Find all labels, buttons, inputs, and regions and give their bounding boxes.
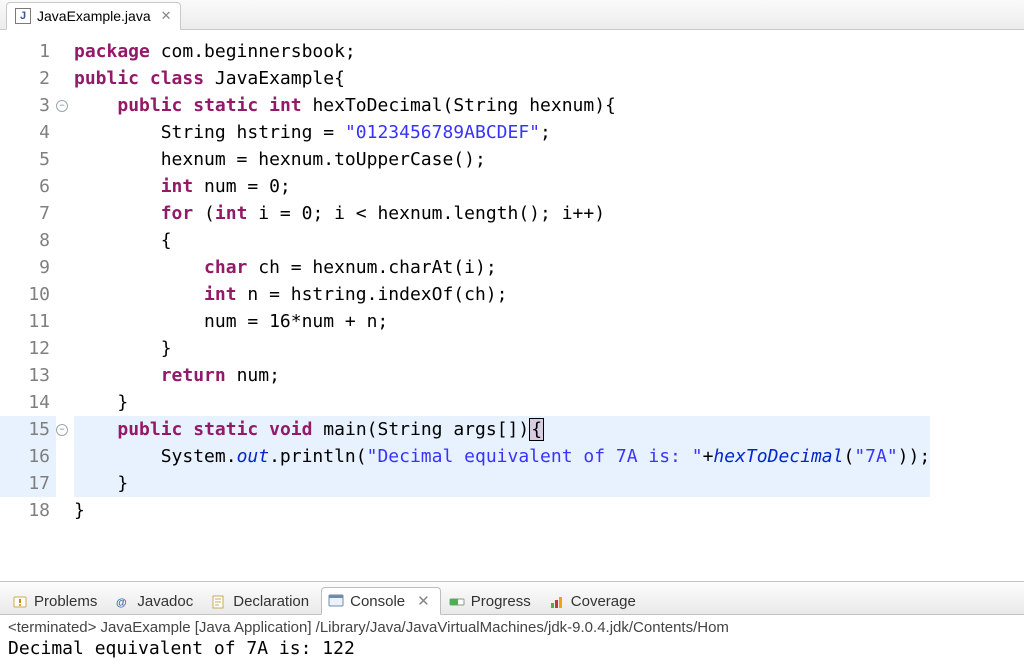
code-line[interactable]: } <box>74 497 930 524</box>
tab-label: Javadoc <box>137 593 193 610</box>
code-line[interactable]: System.out.println("Decimal equivalent o… <box>74 443 930 470</box>
tab-label: Declaration <box>233 593 309 610</box>
code-line[interactable]: public static void main(String args[]){ <box>74 416 930 443</box>
declaration-icon <box>211 594 227 610</box>
code-area[interactable]: package com.beginnersbook;public class J… <box>56 30 930 581</box>
close-icon[interactable]: ✕ <box>411 592 430 610</box>
line-number: 18 <box>0 497 56 524</box>
line-number: 3− <box>0 92 56 119</box>
problems-icon <box>12 594 28 610</box>
tab-declaration[interactable]: Declaration <box>205 589 319 614</box>
tab-console[interactable]: Console ✕ <box>321 587 441 615</box>
cursor: { <box>529 418 544 441</box>
tab-coverage[interactable]: Coverage <box>543 589 646 614</box>
code-line[interactable]: package com.beginnersbook; <box>74 38 930 65</box>
code-line[interactable]: } <box>74 335 930 362</box>
code-line[interactable]: String hstring = "0123456789ABCDEF"; <box>74 119 930 146</box>
code-line[interactable]: int num = 0; <box>74 173 930 200</box>
code-line[interactable]: } <box>74 389 930 416</box>
javadoc-icon: @ <box>115 594 131 610</box>
java-file-icon: J <box>15 8 31 24</box>
code-line[interactable]: num = 16*num + n; <box>74 308 930 335</box>
editor-tab-active[interactable]: J JavaExample.java ✕ <box>6 2 181 30</box>
editor-tab-filename: JavaExample.java <box>37 8 151 24</box>
console-panel: <terminated> JavaExample [Java Applicati… <box>0 615 1024 667</box>
close-icon[interactable]: ✕ <box>157 8 172 24</box>
tab-javadoc[interactable]: @ Javadoc <box>109 589 203 614</box>
line-number: 1 <box>0 38 56 65</box>
tab-label: Problems <box>34 593 97 610</box>
tab-problems[interactable]: Problems <box>6 589 107 614</box>
tab-label: Coverage <box>571 593 636 610</box>
code-line[interactable]: } <box>74 470 930 497</box>
line-number: 13 <box>0 362 56 389</box>
line-number: 7 <box>0 200 56 227</box>
code-line[interactable]: public class JavaExample{ <box>74 65 930 92</box>
code-line[interactable]: int n = hstring.indexOf(ch); <box>74 281 930 308</box>
tab-progress[interactable]: Progress <box>443 589 541 614</box>
line-number: 16 <box>0 443 56 470</box>
console-icon <box>328 593 344 609</box>
fold-toggle-icon[interactable]: − <box>56 424 68 436</box>
tab-label: Console <box>350 593 405 610</box>
editor-tab-bar: J JavaExample.java ✕ <box>0 0 1024 30</box>
line-number: 14 <box>0 389 56 416</box>
line-number: 12 <box>0 335 56 362</box>
code-line[interactable]: for (int i = 0; i < hexnum.length(); i++… <box>74 200 930 227</box>
line-number: 2 <box>0 65 56 92</box>
line-number: 9 <box>0 254 56 281</box>
line-number: 15− <box>0 416 56 443</box>
line-number: 8 <box>0 227 56 254</box>
views-tab-bar: Problems @ Javadoc Declaration Console ✕ Progr… <box>0 581 1024 615</box>
code-line[interactable]: public static int hexToDecimal(String he… <box>74 92 930 119</box>
tab-label: Progress <box>471 593 531 610</box>
line-number: 6 <box>0 173 56 200</box>
console-status-line: <terminated> JavaExample [Java Applicati… <box>8 619 1016 636</box>
coverage-icon <box>549 594 565 610</box>
line-number: 4 <box>0 119 56 146</box>
line-number: 5 <box>0 146 56 173</box>
console-output-line: Decimal equivalent of 7A is: 122 <box>8 638 1016 659</box>
line-number: 11 <box>0 308 56 335</box>
line-number: 17 <box>0 470 56 497</box>
fold-toggle-icon[interactable]: − <box>56 100 68 112</box>
code-editor[interactable]: 123−456789101112131415−161718 package co… <box>0 30 1024 581</box>
line-number-gutter: 123−456789101112131415−161718 <box>0 30 56 581</box>
line-number: 10 <box>0 281 56 308</box>
code-line[interactable]: hexnum = hexnum.toUpperCase(); <box>74 146 930 173</box>
progress-icon <box>449 594 465 610</box>
svg-text:@: @ <box>116 597 127 609</box>
code-line[interactable]: char ch = hexnum.charAt(i); <box>74 254 930 281</box>
code-line[interactable]: return num; <box>74 362 930 389</box>
code-line[interactable]: { <box>74 227 930 254</box>
